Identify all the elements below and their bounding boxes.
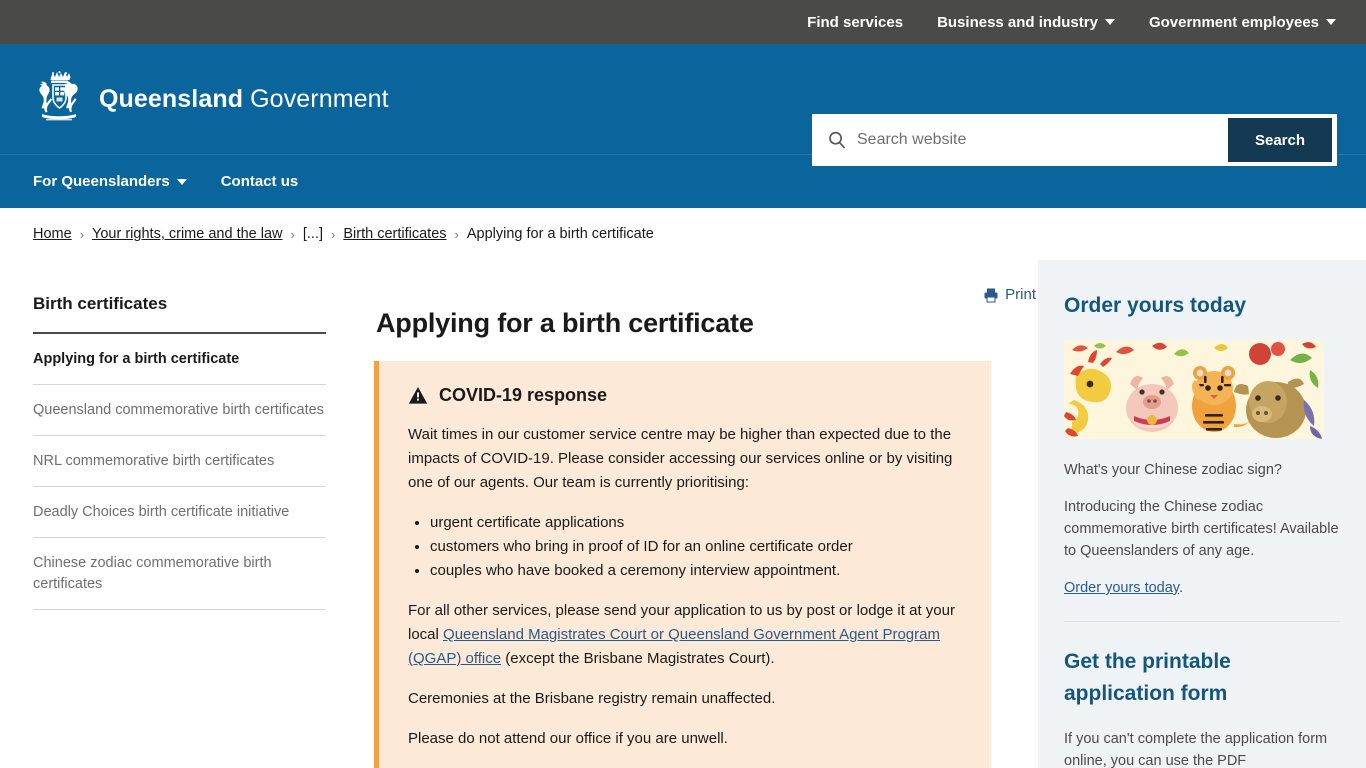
rail-card-1-text-2: Introducing the Chinese zodiac commemora…	[1064, 499, 1339, 559]
breadcrumb-separator: ›	[290, 226, 295, 242]
chevron-down-icon	[176, 178, 187, 185]
topnav-label: Find services	[807, 13, 904, 31]
print-label: Print	[1005, 286, 1036, 303]
rail-card-1-text-1: What's your Chinese zodiac sign?	[1064, 462, 1282, 478]
breadcrumb-item-birth-certificates[interactable]: Birth certificates	[343, 226, 446, 242]
sidebar-title: Birth certificates	[33, 294, 326, 334]
search-button[interactable]: Search	[1228, 118, 1332, 162]
subnav-item-for-queenslanders[interactable]: For Queenslanders	[33, 173, 187, 190]
sidebar-item-deadly-choices[interactable]: Deadly Choices birth certificate initiat…	[33, 487, 326, 538]
site-header: Queensland Government Search	[0, 44, 1366, 166]
site-brand-text: Queensland Government	[99, 85, 389, 114]
warning-triangle-icon	[408, 387, 428, 404]
search-bar: Search	[812, 114, 1337, 166]
brand-light: Government	[243, 84, 389, 113]
page-title: Applying for a birth certificate	[376, 308, 754, 338]
breadcrumb-separator: ›	[331, 226, 336, 242]
sidebar-item-chinese-zodiac[interactable]: Chinese zodiac commemorative birth certi…	[33, 538, 326, 610]
rail-card-2-text-1: If you can't complete the application fo…	[1064, 731, 1328, 768]
alert-p2-post: (except the Brisbane Magistrates Court).	[501, 650, 775, 667]
site-logo-link[interactable]: Queensland Government	[0, 71, 389, 127]
print-button[interactable]: Print	[983, 286, 1036, 303]
subnav-label: Contact us	[220, 173, 299, 190]
rail-card-2-heading: Get the printable application form	[1064, 650, 1231, 705]
breadcrumb-item-current: Applying for a birth certificate	[466, 226, 654, 242]
alert-paragraph-4: Please do not attend our office if you a…	[408, 730, 728, 747]
search-input[interactable]	[847, 116, 1228, 164]
section-navigation: Birth certificates Applying for a birth …	[0, 260, 374, 768]
topnav-item-government-employees[interactable]: Government employees	[1149, 14, 1336, 31]
sidebar-item-applying-for-a-birth-certificate[interactable]: Applying for a birth certificate	[33, 334, 326, 385]
alert-heading: COVID-19 response	[439, 385, 608, 405]
main-content: Print Applying for a birth certificate C…	[374, 260, 1038, 768]
topnav-label: Government employees	[1148, 13, 1319, 31]
subnav-item-contact-us[interactable]: Contact us	[221, 173, 299, 190]
chevron-down-icon	[1104, 19, 1115, 25]
list-item: customers who bring in proof of ID for a…	[430, 535, 965, 559]
printer-icon	[984, 288, 998, 302]
top-utility-bar: Find services Business and industry Gove…	[0, 0, 1366, 44]
rail-divider	[1064, 621, 1340, 622]
link-suffix: .	[1178, 580, 1184, 596]
chinese-zodiac-image	[1064, 340, 1324, 439]
alert-paragraph-1: Wait times in our customer service centr…	[408, 426, 953, 491]
topnav-item-business-and-industry[interactable]: Business and industry	[937, 14, 1115, 31]
search-icon	[829, 131, 846, 149]
queensland-coat-of-arms-icon	[39, 71, 78, 121]
right-sidebar: Order yours today What's your Chinese zo…	[1038, 260, 1366, 768]
breadcrumb-item-home[interactable]: Home	[33, 226, 72, 242]
rail-card-1-link-row: Order yours today.	[1064, 577, 1340, 599]
breadcrumb-item-ellipsis[interactable]: [...]	[303, 226, 323, 242]
breadcrumb-item-your-rights[interactable]: Your rights, crime and the law	[92, 226, 282, 242]
breadcrumb: Home › Your rights, crime and the law › …	[0, 208, 1366, 260]
sidebar-item-queensland-commemorative[interactable]: Queensland commemorative birth certifica…	[33, 385, 326, 436]
brand-bold: Queensland	[99, 84, 244, 113]
order-yours-today-link[interactable]: Order yours today	[1064, 580, 1179, 596]
alert-paragraph-2: For all other services, please send your…	[408, 599, 965, 671]
breadcrumb-separator: ›	[79, 226, 85, 242]
alert-priority-list: urgent certificate applications customer…	[430, 511, 965, 583]
breadcrumb-separator: ›	[454, 226, 459, 242]
list-item: couples who have booked a ceremony inter…	[430, 559, 965, 583]
rail-card-1-heading: Order yours today	[1064, 294, 1247, 317]
sidebar-item-nrl-commemorative[interactable]: NRL commemorative birth certificates	[33, 436, 326, 487]
topnav-label: Business and industry	[937, 13, 1098, 31]
topnav-item-find-services[interactable]: Find services	[807, 14, 903, 31]
subnav-label: For Queenslanders	[33, 173, 170, 190]
alert-paragraph-3: Ceremonies at the Brisbane registry rema…	[408, 690, 776, 707]
list-item: urgent certificate applications	[430, 511, 965, 535]
alert-heading-row: COVID-19 response	[408, 385, 965, 406]
covid-alert-box: COVID-19 response Wait times in our cust…	[374, 361, 991, 768]
page-body: Birth certificates Applying for a birth …	[0, 260, 1366, 768]
chevron-down-icon	[1326, 19, 1336, 25]
